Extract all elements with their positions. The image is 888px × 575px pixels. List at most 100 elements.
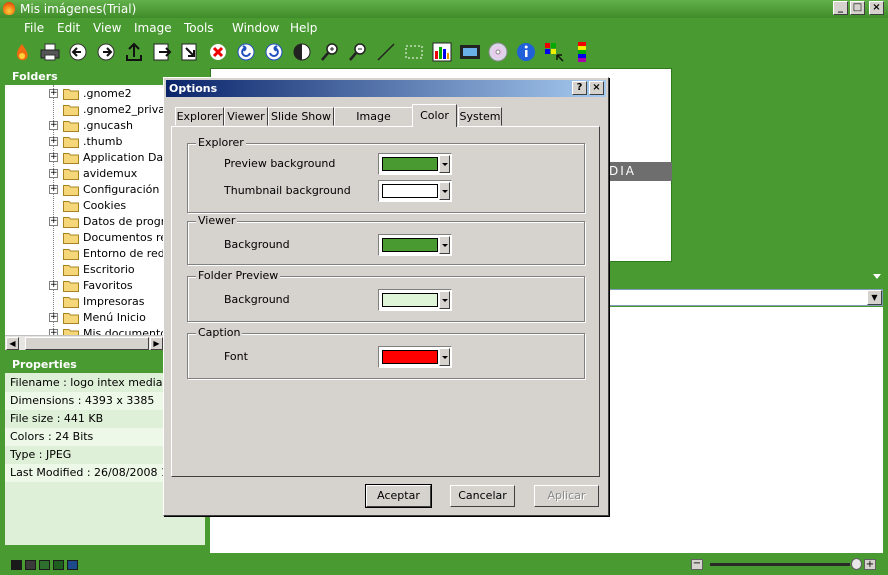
folder-tree-item[interactable]: + Datos de prograr — [5, 214, 165, 230]
expand-icon[interactable]: + — [49, 121, 58, 130]
expand-icon[interactable]: + — [49, 153, 58, 162]
info-icon[interactable] — [515, 41, 537, 63]
dropdown-arrow-icon[interactable]: ▼ — [867, 290, 882, 305]
help-button[interactable]: ? — [572, 81, 587, 95]
folder-icon — [63, 248, 79, 260]
folder-tree-item[interactable]: + avidemux — [5, 166, 165, 182]
draw-line-icon[interactable] — [375, 41, 397, 63]
cd-icon[interactable] — [487, 41, 509, 63]
scrollbar-thumb[interactable] — [25, 337, 149, 350]
ok-button[interactable]: Aceptar — [365, 484, 432, 508]
folder-tree-item[interactable]: Impresoras — [5, 294, 165, 310]
dialog-close-button[interactable]: × — [589, 81, 604, 95]
apply-button[interactable]: Aplicar — [534, 485, 599, 507]
folder-tree-item[interactable]: + .gnome2 — [5, 86, 165, 102]
zoom-out-icon[interactable] — [347, 41, 369, 63]
tab-explorer[interactable]: Explorer — [175, 107, 224, 126]
colors-icon[interactable] — [571, 41, 593, 63]
tab-slide-show[interactable]: Slide Show — [268, 107, 334, 126]
move-icon[interactable] — [179, 41, 201, 63]
export-icon[interactable] — [151, 41, 173, 63]
menu-window[interactable]: Window — [231, 20, 280, 36]
dropdown-arrow-icon[interactable] — [439, 236, 450, 254]
dropdown-arrow-icon[interactable] — [439, 182, 450, 200]
zoom-slider-track[interactable] — [710, 563, 850, 566]
dropdown-arrow-icon[interactable] — [439, 291, 450, 309]
folder-tree-item[interactable]: + Configuración loc — [5, 182, 165, 198]
group-viewer: Viewer Background — [187, 214, 585, 265]
folder-label: .gnome2_private — [83, 103, 165, 116]
folder-tree-item[interactable]: .gnome2_private — [5, 102, 165, 118]
color-swatch — [382, 184, 438, 198]
folder-preview-background-color-picker[interactable] — [378, 289, 452, 311]
expand-icon[interactable]: + — [49, 217, 58, 226]
menu-edit[interactable]: Edit — [56, 20, 81, 36]
tab-image-formats[interactable]: Image Formats — [334, 107, 413, 140]
tab-color[interactable]: Color — [412, 104, 457, 127]
forward-icon[interactable] — [95, 41, 117, 63]
rotate-right-icon[interactable] — [263, 41, 285, 63]
expand-icon[interactable]: + — [49, 313, 58, 322]
expand-icon[interactable]: + — [49, 281, 58, 290]
back-icon[interactable] — [67, 41, 89, 63]
expand-icon[interactable]: + — [49, 137, 58, 146]
zoom-slider-thumb[interactable] — [851, 558, 862, 570]
folder-label: Configuración loc — [83, 183, 165, 196]
select-rect-icon[interactable] — [403, 41, 425, 63]
dropdown-arrow-icon[interactable] — [439, 348, 450, 366]
folder-tree-item[interactable]: Cookies — [5, 198, 165, 214]
folder-tree-item[interactable]: + Mis documentos — [5, 326, 165, 335]
print-icon[interactable] — [39, 41, 61, 63]
zoom-plus-button[interactable]: + — [864, 559, 876, 570]
status-swatch[interactable] — [39, 560, 50, 570]
folder-tree-item[interactable]: + Application Data — [5, 150, 165, 166]
film-icon[interactable] — [459, 41, 481, 63]
folder-tree-item[interactable]: Documentos reci — [5, 230, 165, 246]
zoom-minus-button[interactable]: − — [691, 559, 703, 570]
contrast-icon[interactable] — [291, 41, 313, 63]
scroll-left-icon[interactable]: ◀ — [6, 337, 19, 350]
status-swatch[interactable] — [11, 560, 22, 570]
folder-tree-item[interactable]: + Menú Inicio — [5, 310, 165, 326]
status-swatch[interactable] — [67, 560, 78, 570]
tab-viewer[interactable]: Viewer — [224, 107, 268, 126]
menu-file[interactable]: File — [23, 20, 45, 36]
menu-view[interactable]: View — [92, 20, 122, 36]
folders-horizontal-scrollbar[interactable]: ◀ ▶ — [5, 335, 165, 350]
folder-icon — [63, 168, 79, 180]
status-swatch[interactable] — [25, 560, 36, 570]
expand-icon[interactable]: + — [49, 185, 58, 194]
viewer-background-color-picker[interactable] — [378, 234, 452, 256]
delete-icon[interactable] — [207, 41, 229, 63]
expand-icon[interactable]: + — [49, 89, 58, 98]
folder-tree-item[interactable]: + Favoritos — [5, 278, 165, 294]
cancel-button[interactable]: Cancelar — [450, 485, 515, 507]
menu-help[interactable]: Help — [289, 20, 318, 36]
zoom-in-icon[interactable] — [319, 41, 341, 63]
minimize-button[interactable]: _ — [833, 1, 848, 15]
dropdown-arrow-icon[interactable] — [439, 155, 450, 173]
tab-system[interactable]: System — [458, 107, 502, 126]
collapse-icon[interactable] — [873, 274, 881, 279]
preview-background-color-picker[interactable] — [378, 153, 452, 175]
thumbnail-background-color-picker[interactable] — [378, 180, 452, 202]
thumbnail-icon[interactable] — [543, 41, 565, 63]
maximize-button[interactable]: □ — [850, 1, 865, 15]
folder-tree-item[interactable]: Entorno de red — [5, 246, 165, 262]
viewer-logo-icon[interactable] — [11, 41, 33, 63]
folder-tree[interactable]: +.gnome2.gnome2_private+.gnucash+.thumb+… — [5, 85, 165, 335]
folder-tree-item[interactable]: + .thumb — [5, 134, 165, 150]
folder-tree-item[interactable]: + .gnucash — [5, 118, 165, 134]
close-button[interactable]: × — [869, 1, 884, 15]
menu-image[interactable]: Image — [133, 20, 173, 36]
scroll-right-icon[interactable]: ▶ — [150, 337, 163, 350]
menu-tools[interactable]: Tools — [183, 20, 215, 36]
rotate-left-icon[interactable] — [235, 41, 257, 63]
status-swatch[interactable] — [53, 560, 64, 570]
folder-tree-item[interactable]: Escritorio — [5, 262, 165, 278]
folder-icon — [63, 88, 79, 100]
caption-font-color-picker[interactable] — [378, 346, 452, 368]
expand-icon[interactable]: + — [49, 169, 58, 178]
upload-icon[interactable] — [123, 41, 145, 63]
histogram-icon[interactable] — [431, 41, 453, 63]
